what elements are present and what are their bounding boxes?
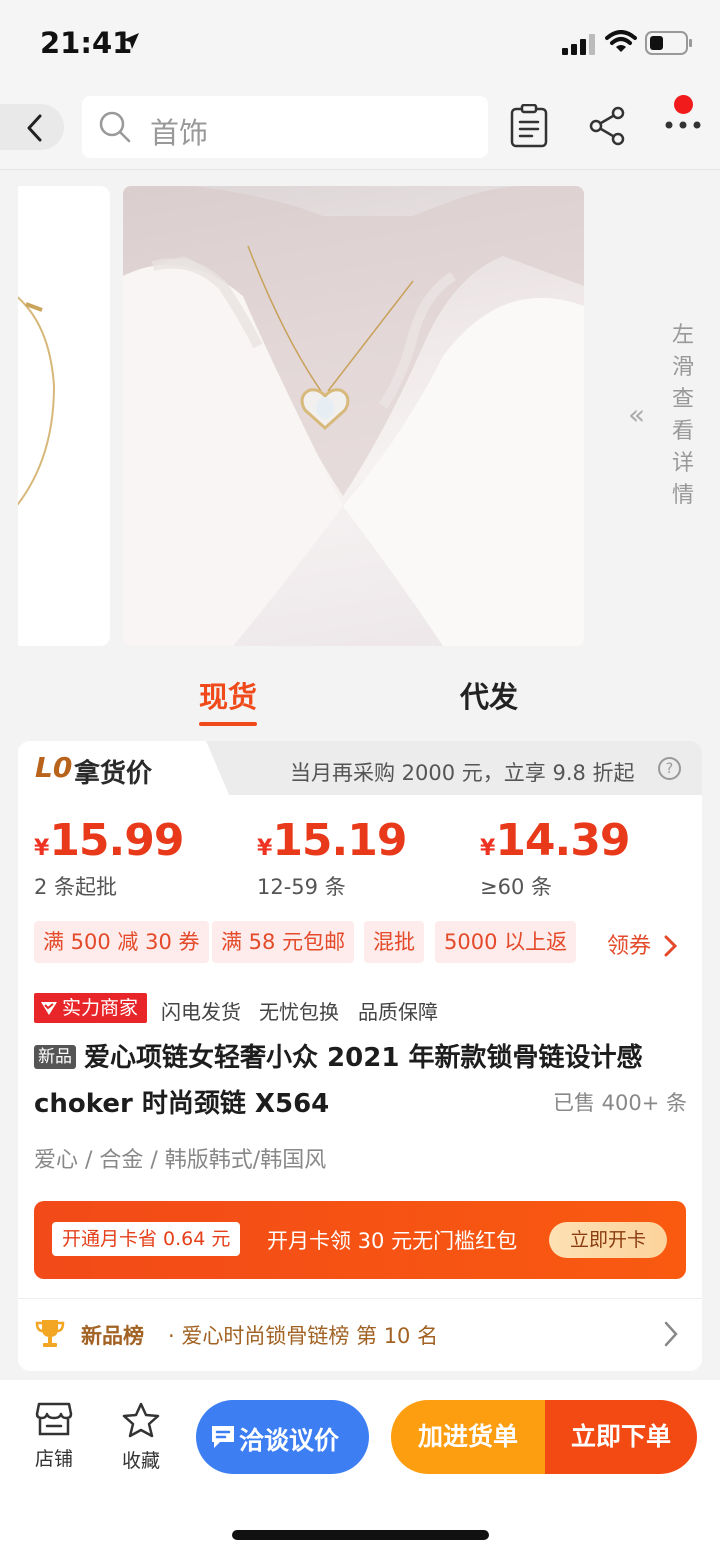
ranking-row[interactable]: 新品榜 · 爱心时尚锁骨链榜 第 10 名 xyxy=(18,1298,702,1370)
tier-quantity: ≥60 条 xyxy=(480,875,552,899)
get-coupon-label: 领券 xyxy=(607,934,652,959)
store-icon xyxy=(35,1402,73,1436)
sold-count: 已售 400+ 条 xyxy=(553,1091,688,1115)
necklace-model-photo xyxy=(123,186,584,646)
open-membership-button[interactable]: 立即开卡 xyxy=(549,1222,667,1258)
purchase-mode-tabs: 现货 代发 xyxy=(0,668,720,728)
verified-merchant-badge[interactable]: 实力商家 xyxy=(34,993,147,1023)
chevron-right-icon xyxy=(664,1321,678,1347)
guarantee-tag: 闪电发货 xyxy=(161,1000,241,1024)
home-indicator xyxy=(232,1530,489,1540)
bottom-action-bar: 店铺 收藏 洽谈议价 加进货单 立即下单 xyxy=(0,1380,720,1559)
add-to-purchase-list-button[interactable]: 加进货单 xyxy=(391,1400,545,1474)
chevron-left-icon xyxy=(27,114,42,142)
search-bar[interactable]: 首饰 xyxy=(82,96,488,158)
guarantee-tag: 无忧包换 xyxy=(259,1000,339,1024)
tier-price: 15.19 xyxy=(272,815,407,866)
status-time: 21:41 xyxy=(40,26,133,60)
ranking-label: 新品榜 xyxy=(81,1324,144,1348)
promo-chip[interactable]: 满 58 元包邮 xyxy=(212,921,355,963)
membership-banner[interactable]: 开通月卡省 0.64 元 开月卡领 30 元无门槛红包 立即开卡 xyxy=(34,1201,686,1279)
tier-price: 15.99 xyxy=(49,815,184,866)
trophy-icon xyxy=(35,1320,65,1347)
tier-quantity: 2 条起批 xyxy=(34,875,118,899)
chat-bubble-icon xyxy=(212,1426,234,1448)
currency-symbol: ¥ xyxy=(34,836,50,861)
new-product-tag: 新品 xyxy=(34,1045,76,1069)
clipboard-list-icon[interactable] xyxy=(510,104,548,148)
search-placeholder: 首饰 xyxy=(150,116,209,150)
top-nav-bar: 首饰 xyxy=(0,90,720,170)
price-tier: ¥15.19 12-59 条 xyxy=(257,815,408,899)
tier-price: 14.39 xyxy=(495,815,630,866)
product-title-text: 爱心项链女轻奢小众 2021 年新款锁骨链设计感 choker 时尚颈链 X56… xyxy=(34,1043,643,1119)
verified-check-icon xyxy=(41,1002,57,1015)
buy-now-button[interactable]: 立即下单 xyxy=(545,1400,697,1474)
product-gallery[interactable]: « 左滑查看详情 xyxy=(0,170,720,660)
store-label: 店铺 xyxy=(34,1448,73,1470)
tier-quantity: 12-59 条 xyxy=(257,875,346,899)
tab-dropship[interactable]: 代发 xyxy=(460,674,518,716)
price-card: L0 拿货价 当月再采购 2000 元，立享 9.8 折起 ? ¥15.99 2… xyxy=(18,741,702,1371)
negotiate-price-button[interactable]: 洽谈议价 xyxy=(196,1400,369,1474)
wifi-icon xyxy=(605,30,637,52)
favorite-button[interactable]: 收藏 xyxy=(111,1402,171,1473)
price-tier: ¥15.99 2 条起批 xyxy=(34,815,185,899)
level-price-label: 拿货价 xyxy=(74,759,153,789)
promo-chip[interactable]: 满 500 减 30 券 xyxy=(34,921,209,963)
star-icon xyxy=(122,1402,160,1438)
currency-symbol: ¥ xyxy=(257,836,273,861)
guarantee-tag: 品质保障 xyxy=(358,1000,438,1024)
slide-hint-text: 左滑查看详情 xyxy=(671,323,694,508)
promo-chip[interactable]: 混批 xyxy=(364,921,424,963)
level-badge: L0 xyxy=(35,751,73,784)
location-arrow-icon xyxy=(123,33,139,49)
back-button[interactable] xyxy=(0,104,64,150)
product-attributes: 爱心 / 合金 / 韩版韩式/韩国风 xyxy=(34,1148,327,1173)
notification-dot xyxy=(674,95,693,114)
cellular-signal-icon xyxy=(562,34,595,55)
membership-savings-tag: 开通月卡省 0.64 元 xyxy=(52,1222,241,1256)
price-card-header: L0 拿货价 当月再采购 2000 元，立享 9.8 折起 ? xyxy=(18,741,702,797)
help-icon[interactable]: ? xyxy=(658,757,681,780)
necklace-chain-image xyxy=(18,296,56,506)
repurchase-promo-text: 当月再采购 2000 元，立享 9.8 折起 xyxy=(290,761,635,785)
slide-for-details-hint[interactable]: « 左滑查看详情 xyxy=(626,320,716,520)
search-icon xyxy=(99,111,131,143)
store-button[interactable]: 店铺 xyxy=(24,1402,84,1471)
product-main-image[interactable] xyxy=(123,186,584,646)
level-price-badge: L0 拿货价 xyxy=(18,741,230,797)
tab-in-stock[interactable]: 现货 xyxy=(199,674,258,726)
verified-merchant-label: 实力商家 xyxy=(62,997,139,1019)
double-chevron-left-icon: « xyxy=(628,398,646,431)
more-options-icon[interactable] xyxy=(664,120,702,130)
battery-icon xyxy=(645,31,692,55)
share-icon[interactable] xyxy=(588,106,626,146)
membership-offer-text: 开月卡领 30 元无门槛红包 xyxy=(267,1229,518,1253)
status-bar: 21:41 xyxy=(0,0,720,90)
promotion-chips: 满 500 减 30 券 满 58 元包邮 混批 5000 以上返 xyxy=(34,921,702,963)
favorite-label: 收藏 xyxy=(121,1450,160,1472)
ranking-detail: · 爱心时尚锁骨链榜 第 10 名 xyxy=(168,1324,439,1348)
price-tier: ¥14.39 ≥60 条 xyxy=(480,815,631,899)
get-coupon-link[interactable]: 领券 xyxy=(607,928,678,960)
negotiate-price-label: 洽谈议价 xyxy=(239,1426,340,1455)
promo-chip[interactable]: 5000 以上返 xyxy=(435,921,577,963)
currency-symbol: ¥ xyxy=(480,836,496,861)
previous-image-card[interactable] xyxy=(18,186,110,646)
chevron-right-icon xyxy=(664,935,678,957)
